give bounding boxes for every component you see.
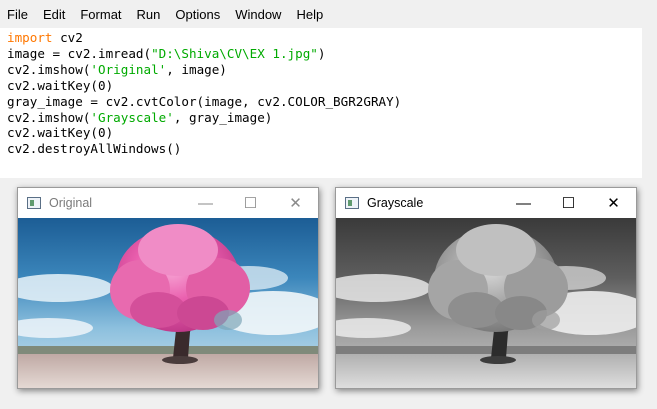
menu-file[interactable]: File [0, 7, 36, 22]
minimize-button[interactable]: — [501, 188, 546, 218]
original-image-tree [18, 218, 318, 388]
code-line[interactable]: cv2.destroyAllWindows() [7, 141, 642, 157]
maximize-button[interactable]: ☐ [546, 188, 591, 218]
minimize-button[interactable]: — [183, 188, 228, 218]
code-line[interactable]: cv2.imshow('Original', image) [7, 62, 642, 78]
code-line[interactable]: cv2.waitKey(0) [7, 78, 642, 94]
original-image [18, 218, 318, 388]
grayscale-window-title: Grayscale [367, 196, 424, 210]
close-button[interactable]: ✕ [591, 188, 636, 218]
code-line[interactable]: import cv2 [7, 30, 642, 46]
menu-format[interactable]: Format [73, 7, 129, 22]
code-editor[interactable]: import cv2 image = cv2.imread("D:\Shiva\C… [0, 28, 642, 178]
original-titlebar[interactable]: Original — ☐ ✕ [18, 188, 318, 218]
code-text: , gray_image) [173, 109, 273, 125]
grayscale-image-tree [336, 218, 636, 388]
grayscale-titlebar[interactable]: Grayscale — ☐ ✕ [336, 188, 636, 218]
opencv-window-icon [345, 197, 359, 209]
code-line[interactable]: gray_image = cv2.cvtColor(image, cv2.COL… [7, 94, 642, 110]
code-text: cv2.destroyAllWindows() [7, 141, 182, 157]
original-window: Original — ☐ ✕ [17, 187, 319, 389]
code-text: cv2.imshow( [7, 109, 91, 125]
code-string: 'Grayscale' [90, 109, 174, 125]
code-line[interactable]: cv2.waitKey(0) [7, 125, 642, 141]
code-string: "D:\Shiva\CV\EX 1.jpg" [151, 45, 318, 61]
code-text: ) [317, 45, 326, 61]
code-text: cv2.waitKey(0) [7, 125, 114, 141]
code-line[interactable]: image = cv2.imread("D:\Shiva\CV\EX 1.jpg… [7, 46, 642, 62]
menu-options[interactable]: Options [168, 7, 228, 22]
grayscale-window: Grayscale — ☐ ✕ [335, 187, 637, 389]
code-string: 'Original' [90, 61, 167, 77]
original-window-title: Original [49, 196, 93, 210]
close-button[interactable]: ✕ [273, 188, 318, 218]
code-text: gray_image = cv2.cvtColor(image, cv2.COL… [7, 93, 402, 109]
menu-run[interactable]: Run [130, 7, 169, 22]
menu-window[interactable]: Window [228, 7, 289, 22]
code-line[interactable]: cv2.imshow('Grayscale', gray_image) [7, 110, 642, 126]
code-text: cv2 [52, 30, 83, 45]
menu-edit[interactable]: Edit [36, 7, 73, 22]
maximize-button[interactable]: ☐ [228, 188, 273, 218]
code-keyword: import [7, 30, 53, 45]
menu-bar: File Edit Format Run Options Window Help [0, 0, 657, 28]
menu-help[interactable]: Help [289, 7, 331, 22]
code-text: cv2.waitKey(0) [7, 77, 114, 93]
vertical-scrollbar[interactable] [642, 28, 657, 178]
code-text: image = cv2.imread( [7, 45, 152, 61]
grayscale-image [336, 218, 636, 388]
code-text: cv2.imshow( [7, 61, 91, 77]
opencv-window-icon [27, 197, 41, 209]
code-text: , image) [166, 61, 227, 77]
